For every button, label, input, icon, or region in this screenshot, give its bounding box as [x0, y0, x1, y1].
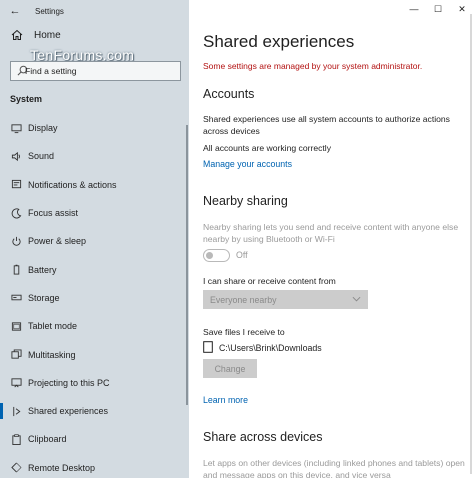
toggle-state-label: Off — [236, 250, 248, 260]
projecting-icon — [10, 377, 22, 389]
tablet-icon — [10, 320, 22, 332]
minimize-icon: — — [409, 4, 419, 14]
sidebar-item-multitasking[interactable]: Multitasking — [0, 340, 189, 368]
titlebar-left: ← Settings — [0, 0, 189, 22]
sidebar-item-label: Notifications & actions — [28, 179, 117, 190]
sidebar-item-label: Power & sleep — [28, 236, 87, 247]
window-controls: — ☐ ✕ — [402, 0, 474, 22]
search-input[interactable]: Find a setting — [10, 61, 181, 81]
sidebar-item-battery[interactable]: Battery — [0, 255, 189, 283]
toggle-knob — [206, 251, 213, 259]
main-content: — ☐ ✕ Shared experiences Some settings a… — [189, 0, 474, 478]
file-icon — [203, 341, 214, 354]
sidebar-item-power[interactable]: Power & sleep — [0, 227, 189, 255]
home-label: Home — [34, 29, 61, 41]
share-from-value: Everyone nearby — [210, 294, 277, 305]
power-icon — [10, 235, 22, 247]
section-label: System — [10, 94, 43, 104]
sound-icon — [10, 150, 22, 162]
learn-more-link[interactable]: Learn more — [203, 395, 248, 405]
remote-desktop-icon — [10, 462, 22, 474]
sidebar-item-label: Tablet mode — [28, 321, 78, 332]
maximize-icon: ☐ — [433, 3, 443, 14]
share-from-dropdown[interactable]: Everyone nearby — [203, 290, 368, 309]
share-from-label: I can share or receive content from — [203, 276, 336, 286]
back-arrow-icon: ← — [9, 5, 21, 17]
back-button[interactable]: ← — [0, 0, 30, 22]
sidebar-item-label: Focus assist — [28, 208, 79, 219]
sidebar-item-storage[interactable]: Storage — [0, 284, 189, 312]
sidebar-item-projecting[interactable]: Projecting to this PC — [0, 369, 189, 397]
multitasking-icon — [10, 349, 22, 361]
sidebar-item-label: Battery — [28, 264, 57, 275]
accounts-heading: Accounts — [203, 87, 255, 101]
change-button[interactable]: Change — [203, 359, 257, 378]
share-across-devices-description: Let apps on other devices (including lin… — [203, 458, 465, 478]
sidebar-item-shared-experiences[interactable]: Shared experiences — [0, 397, 189, 425]
sidebar-item-remote-desktop[interactable]: Remote Desktop — [0, 454, 189, 478]
maximize-button[interactable]: ☐ — [426, 0, 450, 18]
sidebar-item-label: Storage — [28, 292, 60, 303]
close-icon: ✕ — [458, 3, 466, 14]
sidebar-item-display[interactable]: Display — [0, 114, 189, 142]
battery-icon — [10, 264, 22, 276]
search-placeholder: Find a setting — [25, 66, 77, 76]
clipboard-icon — [10, 433, 22, 445]
save-files-label: Save files I receive to — [203, 327, 285, 337]
notifications-icon — [10, 179, 22, 191]
display-icon — [10, 122, 22, 134]
nearby-sharing-description: Nearby sharing lets you send and receive… — [203, 222, 459, 244]
admin-note: Some settings are managed by your system… — [203, 61, 423, 71]
sidebar-item-sound[interactable]: Sound — [0, 142, 189, 170]
nearby-sharing-toggle[interactable] — [203, 249, 230, 262]
shared-experiences-icon — [10, 405, 22, 417]
home-icon — [10, 28, 24, 42]
nearby-sharing-heading: Nearby sharing — [203, 194, 288, 208]
sidebar-nav: Display Sound Notifications & actions Fo… — [0, 114, 189, 478]
minimize-button[interactable]: — — [402, 0, 426, 18]
focus-assist-icon — [10, 207, 22, 219]
save-path: C:\Users\Brink\Downloads — [219, 342, 322, 353]
sidebar-item-label: Clipboard — [28, 434, 67, 445]
sidebar-item-label: Display — [28, 123, 58, 134]
sidebar-item-label: Projecting to this PC — [28, 377, 110, 388]
sidebar-scrollbar[interactable] — [186, 125, 188, 405]
sidebar-item-home[interactable]: Home — [0, 22, 189, 48]
save-path-row: C:\Users\Brink\Downloads — [203, 341, 322, 354]
sidebar-item-label: Sound — [28, 151, 55, 162]
sidebar: ← Settings Home TenForums.com Find a set… — [0, 0, 189, 478]
sidebar-item-label: Multitasking — [28, 349, 76, 360]
accounts-status: All accounts are working correctly — [203, 143, 331, 153]
page-title: Shared experiences — [203, 32, 355, 51]
sidebar-item-label: Shared experiences — [28, 406, 109, 417]
app-title: Settings — [35, 6, 64, 16]
storage-icon — [10, 292, 22, 304]
sidebar-item-tablet-mode[interactable]: Tablet mode — [0, 312, 189, 340]
sidebar-item-focus-assist[interactable]: Focus assist — [0, 199, 189, 227]
main-scrollbar[interactable] — [470, 14, 472, 474]
manage-accounts-link[interactable]: Manage your accounts — [203, 159, 292, 169]
chevron-down-icon — [352, 295, 361, 304]
sidebar-item-label: Remote Desktop — [28, 462, 96, 473]
accounts-description: Shared experiences use all system accoun… — [203, 114, 450, 136]
sidebar-item-clipboard[interactable]: Clipboard — [0, 425, 189, 453]
share-across-devices-heading: Share across devices — [203, 430, 323, 444]
sidebar-item-notifications[interactable]: Notifications & actions — [0, 171, 189, 199]
